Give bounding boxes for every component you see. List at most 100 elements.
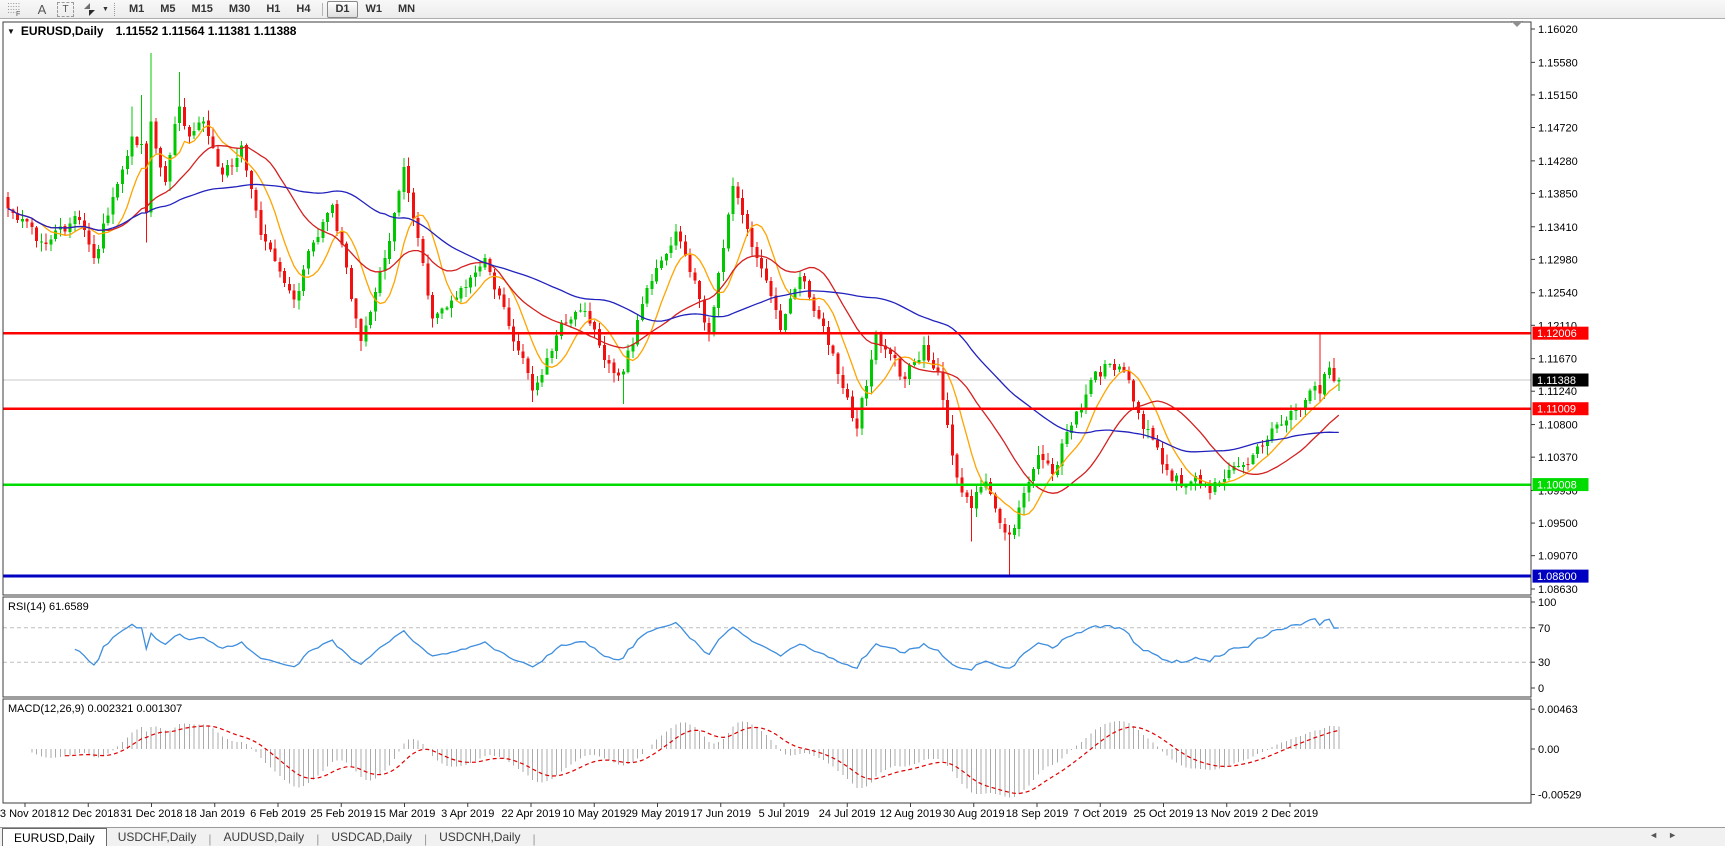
candle-down	[431, 295, 434, 319]
tab-audusd-daily[interactable]: AUDUSD,Daily	[213, 828, 316, 846]
candle-up	[307, 251, 310, 268]
macd-label: MACD(12,26,9) 0.002321 0.001307	[8, 703, 182, 715]
candle-down	[970, 496, 973, 508]
candle-down	[250, 171, 253, 189]
date-tick-label: 18 Jan 2019	[184, 808, 245, 820]
candle-up	[1280, 425, 1283, 426]
candle-down	[879, 333, 882, 346]
candle-up	[441, 308, 444, 313]
candle-up	[1285, 421, 1288, 426]
candle-down	[612, 363, 615, 374]
candle-down	[779, 310, 782, 330]
candle-up	[550, 351, 553, 358]
timeframe-button-w1[interactable]: W1	[358, 1, 391, 18]
candle-up	[627, 351, 630, 372]
candle-up	[312, 243, 315, 252]
timeframe-button-m30[interactable]: M30	[221, 1, 258, 18]
candle-up	[197, 123, 200, 131]
candle-up	[97, 249, 100, 258]
candle-down	[1333, 368, 1336, 381]
arrows-tool-icon[interactable]	[78, 1, 100, 18]
candle-down	[593, 322, 596, 329]
candle-up	[875, 334, 878, 360]
candle-up	[555, 335, 558, 350]
candle-up	[579, 310, 582, 311]
candle-up	[622, 372, 625, 375]
chart-shift-marker[interactable]	[1511, 21, 1523, 27]
timeframe-button-h4[interactable]: H4	[288, 1, 318, 18]
candle-down	[412, 193, 415, 219]
candle-up	[317, 237, 320, 242]
text-label-tool-icon[interactable]: T	[57, 2, 74, 17]
candle-down	[417, 218, 420, 238]
candle-up	[1323, 374, 1326, 394]
candle-down	[617, 373, 620, 376]
candle-up	[331, 205, 334, 213]
date-tick-label: 12 Dec 2018	[57, 808, 119, 820]
window-menu-icon[interactable]: ▼	[7, 27, 15, 36]
macd-tick-label: 0.00463	[1538, 704, 1578, 716]
candle-down	[255, 190, 258, 211]
candle-up	[908, 365, 911, 379]
tab-eurusd-daily[interactable]: EURUSD,Daily	[2, 828, 107, 846]
candle-up	[1228, 470, 1231, 478]
candle-up	[1242, 465, 1245, 467]
candle-down	[1142, 414, 1145, 429]
candle-down	[1161, 448, 1164, 464]
candle-up	[131, 137, 134, 157]
candle-up	[374, 292, 377, 311]
candle-up	[111, 197, 114, 214]
candle-up	[674, 231, 677, 245]
arrows-dropdown-caret[interactable]: ▼	[102, 6, 109, 13]
candle-down	[78, 217, 81, 220]
candle-up	[1118, 367, 1121, 370]
candle-down	[703, 300, 706, 323]
price-tick-label: 1.11670	[1538, 354, 1577, 366]
date-tick-label: 17 Jun 2019	[690, 808, 751, 820]
candle-down	[83, 220, 86, 229]
tab-usdcad-daily[interactable]: USDCAD,Daily	[320, 828, 423, 846]
candle-up	[121, 170, 124, 184]
candle-down	[903, 377, 906, 379]
candle-up	[445, 308, 448, 310]
candle-down	[565, 322, 568, 323]
timeframe-button-mn[interactable]: MN	[390, 1, 423, 18]
date-tick-label: 3 Apr 2019	[441, 808, 494, 820]
timeframe-button-h1[interactable]: H1	[258, 1, 288, 18]
candle-down	[64, 226, 67, 232]
date-tick-label: 30 Aug 2019	[943, 808, 1005, 820]
timeframe-button-m5[interactable]: M5	[152, 1, 183, 18]
candle-up	[1147, 429, 1150, 430]
candle-up	[1032, 469, 1035, 481]
candle-up	[1104, 364, 1107, 377]
candle-down	[274, 249, 277, 261]
candle-up	[584, 311, 587, 312]
candle-up	[1037, 455, 1040, 469]
candle-up	[536, 382, 539, 389]
tab-usdcnh-daily[interactable]: USDCNH,Daily	[428, 828, 531, 846]
timeframe-button-m1[interactable]: M1	[121, 1, 152, 18]
candle-down	[898, 359, 901, 376]
candle-up	[798, 277, 801, 289]
candle-down	[817, 310, 820, 318]
candle-down	[827, 327, 830, 345]
grid-f-icon[interactable]: F	[5, 1, 27, 18]
text-tool-icon[interactable]: A	[31, 1, 53, 18]
candle-up	[569, 319, 572, 323]
candle-down	[846, 389, 849, 398]
date-tick-label: 18 Sep 2019	[1006, 808, 1068, 820]
scroll-left-button[interactable]: ◄	[1649, 830, 1658, 840]
svg-text:1.08800: 1.08800	[1537, 571, 1577, 583]
candle-down	[92, 244, 95, 258]
chart-window[interactable]: 1.160201.155801.151501.147201.142801.138…	[0, 19, 1725, 827]
tab-usdchf-daily[interactable]: USDCHF,Daily	[107, 828, 208, 846]
timeframe-button-d1[interactable]: D1	[327, 1, 357, 18]
candle-up	[650, 281, 653, 289]
candle-up	[1175, 476, 1178, 482]
scroll-right-button[interactable]: ►	[1668, 830, 1677, 840]
chart-canvas[interactable]: 1.160201.155801.151501.147201.142801.138…	[0, 19, 1725, 827]
timeframe-button-m15[interactable]: M15	[184, 1, 221, 18]
candle-down	[407, 166, 410, 193]
price-tick-label: 1.13410	[1538, 222, 1578, 234]
candle-up	[1275, 425, 1278, 429]
